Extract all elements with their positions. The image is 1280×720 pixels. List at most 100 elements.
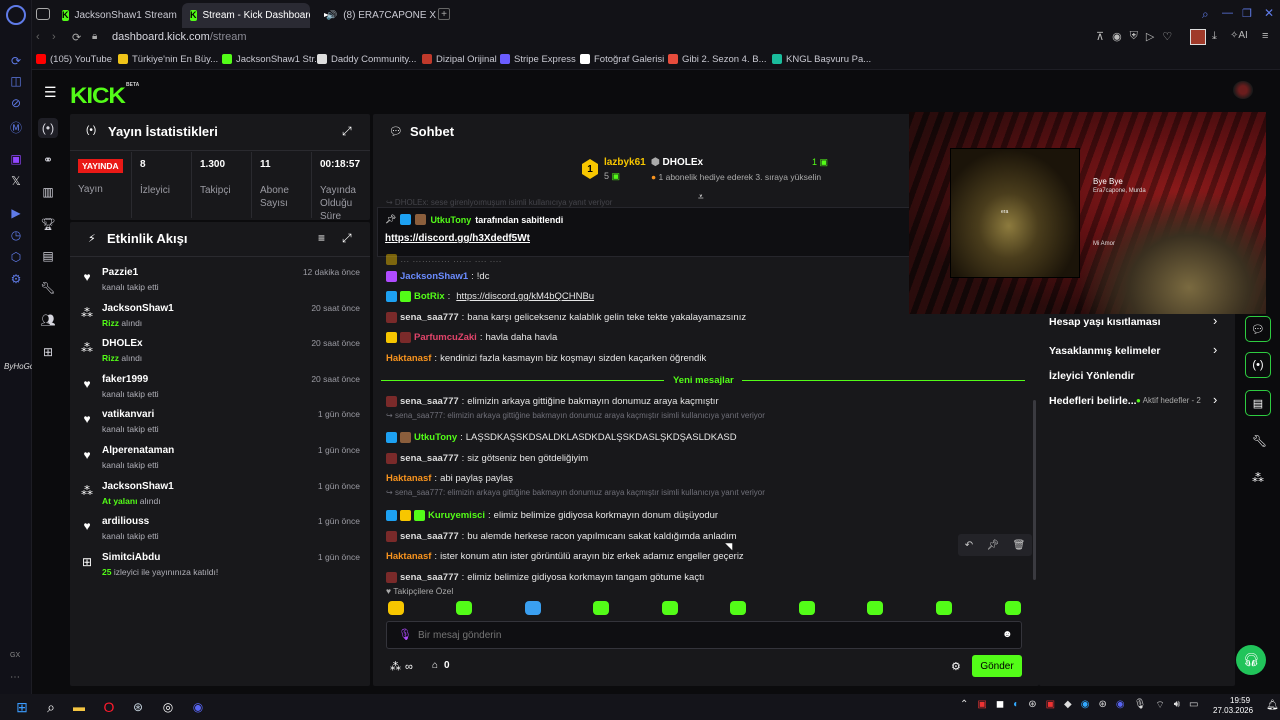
bookmark-item[interactable]: Fotoğraf Galerisi (580, 51, 664, 67)
pin-icon[interactable]: ⊼ (1096, 30, 1104, 43)
bookmark-item[interactable]: Gibi 2. Sezon 4. B... (668, 51, 767, 67)
emote-icon[interactable] (525, 601, 541, 615)
back-icon[interactable]: ‹ (36, 31, 40, 43)
emote-icon[interactable] (867, 601, 883, 615)
send-button[interactable]: Gönder (972, 655, 1022, 677)
emote-icon[interactable] (388, 601, 404, 615)
messenger-icon[interactable]: Ⓜ (0, 116, 32, 138)
bookmark-item[interactable]: KNGL Başvuru Pa... (772, 51, 871, 67)
emote-icon[interactable] (456, 601, 472, 615)
chat-username[interactable]: UtkuTony (414, 432, 457, 443)
rail-stream-icon[interactable]: (•) (38, 118, 58, 138)
tab-jackson-stream[interactable]: K JacksonShaw1 Stream - W (54, 3, 179, 28)
tray-chevron-icon[interactable]: ⌃ (960, 699, 968, 712)
support-icon[interactable]: 🎧︎ (1236, 645, 1266, 675)
store-button[interactable]: ⌂ 0 (432, 660, 450, 671)
chat-username[interactable]: sena_saa777 (400, 572, 459, 583)
taskbar-time[interactable]: 19:59 (1230, 696, 1250, 705)
setting-goals[interactable]: Hedefleri belirle... (1049, 395, 1137, 407)
pinned-by-user[interactable]: UtkuTony (430, 215, 471, 225)
steam-tray-icon[interactable]: ⊛ (1098, 699, 1106, 712)
chat-username[interactable]: sena_saa777 (400, 396, 459, 407)
delete-icon[interactable]: 🗑︎ (1013, 540, 1026, 551)
new-tab-button[interactable]: + (438, 8, 450, 20)
activity-item[interactable]: ⁂ JacksonShaw1 At yalanı alındı 1 gün önce (80, 480, 362, 514)
refresh-icon[interactable]: ⟳ (0, 50, 32, 72)
taskbar-date[interactable]: 27.03.2026 (1213, 706, 1253, 715)
expand-activity-icon[interactable]: ⤢ (342, 231, 352, 246)
chat-username[interactable]: ParfumcuZaki (414, 332, 477, 343)
chat-message[interactable]: sena_saa777: elimizin arkaya gittiğine b… (386, 393, 1026, 409)
close-window-icon[interactable]: ✕ (1264, 6, 1274, 20)
filter-icon[interactable]: ≡ (318, 231, 325, 245)
setting-raid[interactable]: İzleyici Yönlendir (1049, 370, 1135, 382)
moderation-tab-button[interactable]: ▤ (1245, 390, 1271, 416)
windows-start-icon[interactable]: ⊞ (12, 697, 32, 717)
rail-trophy-icon[interactable]: 🏆︎ (38, 214, 58, 234)
search-tabs-icon[interactable]: ⌕ (1202, 7, 1209, 22)
activity-item[interactable]: ♥ ardiliouss kanalı takip etti 1 gün önce (80, 515, 362, 549)
rail-wrench-icon[interactable]: 🔧︎ (38, 278, 58, 298)
tray-app-icon[interactable]: ▣ (1046, 699, 1055, 712)
battery-icon[interactable]: ▭ (1189, 699, 1198, 712)
rail-users-icon[interactable]: 👥︎ (38, 310, 58, 330)
tray-app-icon[interactable]: ◆ (1064, 699, 1072, 712)
reply-icon[interactable]: ↶ (965, 540, 973, 551)
chat-message[interactable]: sena_saa777: bu alemde herkese racon yap… (386, 528, 1026, 544)
profile-avatar[interactable] (1190, 29, 1206, 45)
chat-username[interactable]: Haktanasf (386, 473, 431, 484)
gift-user[interactable]: ⬢ DHOLEx (651, 157, 703, 168)
wifi-icon[interactable]: ⌔ (1155, 699, 1164, 712)
gallery-icon[interactable]: ◫ (0, 70, 32, 92)
menu-icon[interactable]: ≡ (1262, 30, 1268, 42)
setting-account-age[interactable]: Hesap yaşı kısıtlaması (1049, 316, 1161, 328)
chevron-right-icon[interactable]: › (1213, 342, 1217, 357)
activity-item[interactable]: ⁂ JacksonShaw1 Rizz alındı 20 saat önce (80, 302, 362, 336)
chat-settings-icon[interactable]: ⚙ (951, 660, 961, 673)
tray-app-icon[interactable]: ▣ (977, 699, 986, 712)
pin-message-icon[interactable]: 📌︎ (986, 540, 999, 551)
chat-username[interactable]: JacksonShaw1 (400, 271, 468, 282)
activity-item[interactable]: ♥ Pazzie1 kanalı takip etti 12 dakika önce (80, 266, 362, 300)
pinned-link[interactable]: https://discord.gg/h3Xdedf5Wt (385, 233, 530, 244)
setting-banned-words[interactable]: Yasaklanmış kelimeler (1049, 345, 1161, 357)
chat-message[interactable]: sena_saa777: siz götseniz ben götdeliğiy… (386, 450, 1026, 466)
bookmark-item[interactable]: Türkiye'nin En Büy... (118, 51, 218, 67)
chat-tab-button[interactable]: 💬︎ (1245, 316, 1271, 342)
chat-username[interactable]: Haktanasf (386, 551, 431, 562)
play-icon[interactable]: ▶ (0, 202, 32, 224)
chat-message[interactable]: Haktanasf: kendinizi fazla kasmayın biz … (386, 350, 1026, 366)
points-settings-icon[interactable]: ⁂ (1252, 471, 1264, 485)
tab-islands-icon[interactable] (36, 8, 50, 20)
history-icon[interactable]: ◷ (0, 224, 32, 246)
notification-icon[interactable]: 🔔︎ (1266, 700, 1279, 711)
chat-message[interactable]: Haktanasf: abi paylaş paylaş (386, 471, 1026, 487)
bookmark-item[interactable]: Dizipal Orijinal (422, 51, 497, 67)
emote-icon[interactable] (593, 601, 609, 615)
tray-app-icon[interactable]: ◐ (1013, 699, 1019, 712)
tray-app-icon[interactable]: ⊛ (1028, 699, 1036, 712)
chat-scrollbar[interactable] (1033, 400, 1036, 580)
tab-youtube-music[interactable]: 🔊 (8) ERA7CAPONE X M (312, 3, 437, 28)
hamburger-menu-icon[interactable]: ☰ (44, 84, 57, 101)
rail-analytics-icon[interactable]: ▥ (38, 182, 58, 202)
kick-logo[interactable]: KICK (70, 83, 126, 109)
emote-icon[interactable] (936, 601, 952, 615)
app-icon[interactable]: ◎ (158, 697, 178, 717)
emote-icon[interactable] (1005, 601, 1021, 615)
chat-message[interactable]: Haktanasf: ister konum atın ister görünt… (386, 549, 1026, 565)
chat-username[interactable]: sena_saa777 (400, 453, 459, 464)
volume-icon[interactable]: 🔊︎ (1174, 699, 1180, 712)
aria-ai-button[interactable]: ✧AI (1230, 30, 1248, 41)
mic-tray-icon[interactable]: 🎙︎ (1134, 699, 1147, 712)
minimize-icon[interactable]: — (1222, 7, 1233, 19)
emoji-icon[interactable]: ☻ (1002, 629, 1013, 640)
forward-icon[interactable]: › (52, 31, 56, 43)
microphone-icon[interactable]: 🎙︎ (398, 628, 412, 641)
url-field[interactable]: dashboard.kick.com/stream (112, 31, 247, 43)
twitch-icon[interactable]: ▣ (0, 148, 32, 170)
more-icon[interactable]: ⋯ (10, 672, 20, 683)
chat-username[interactable]: Kuruyemisci (428, 510, 485, 521)
user-avatar[interactable] (1233, 81, 1253, 99)
wrench-icon[interactable]: 🔧︎ (1252, 434, 1267, 448)
